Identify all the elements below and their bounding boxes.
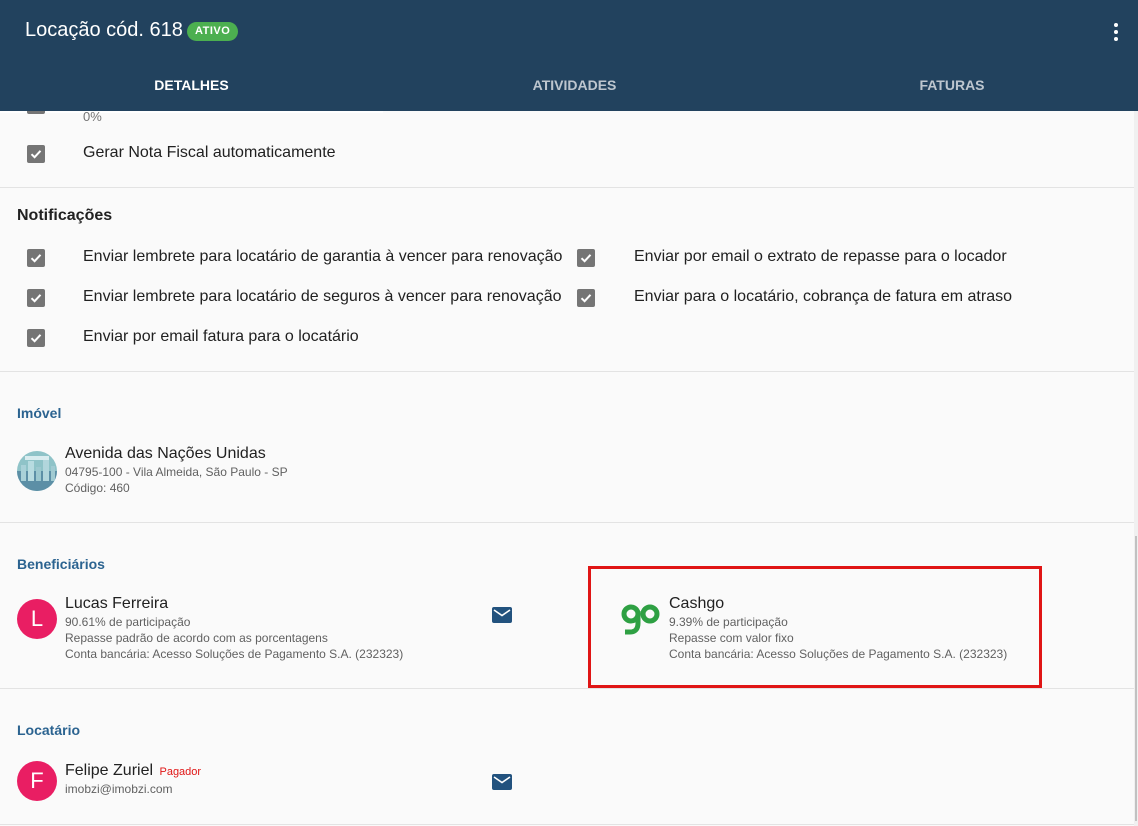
- scrollbar-thumb[interactable]: [1135, 536, 1137, 821]
- locatario-title: Locatário: [17, 722, 81, 738]
- pagador-tag: Pagador: [159, 766, 202, 778]
- tab-bar: DETALHES ATIVIDADES FATURAS: [0, 60, 1138, 113]
- divider: [0, 187, 1134, 188]
- email-fatura-label: Enviar por email fatura para o locatário: [83, 328, 359, 345]
- lembrete-garantia-label: Enviar lembrete para locatário de garant…: [83, 248, 563, 265]
- mail-icon[interactable]: [492, 607, 512, 623]
- divider: [0, 688, 1134, 689]
- check-icon: [30, 254, 42, 263]
- tab-faturas[interactable]: FATURAS: [766, 60, 1138, 111]
- fatura-atraso-label: Enviar para o locatário, cobrança de fat…: [634, 288, 1012, 305]
- checkbox-fatura-atraso[interactable]: [577, 289, 595, 307]
- checkbox-extrato-repasse[interactable]: [577, 249, 595, 267]
- more-vert-icon[interactable]: [1108, 20, 1124, 44]
- property-thumbnail[interactable]: [17, 451, 57, 491]
- tab-atividades[interactable]: ATIVIDADES: [383, 60, 766, 111]
- divider: [0, 522, 1134, 523]
- tab-detalhes[interactable]: DETALHES: [0, 60, 383, 113]
- checkbox-email-fatura[interactable]: [27, 329, 45, 347]
- checkbox-lembrete-garantia[interactable]: [27, 249, 45, 267]
- check-icon: [580, 254, 592, 263]
- extrato-repasse-label: Enviar por email o extrato de repasse pa…: [634, 248, 1007, 265]
- details-content: 0% Gerar Nota Fiscal automaticamente Not…: [0, 111, 1134, 826]
- page-title: Locação cód. 618: [25, 19, 183, 41]
- check-icon: [580, 294, 592, 303]
- beneficiary-name[interactable]: Lucas Ferreira: [65, 595, 168, 613]
- tenant-name[interactable]: Felipe Zuriel: [65, 762, 153, 779]
- tenant-email: imobzi@imobzi.com: [65, 782, 173, 796]
- checkbox-partial[interactable]: [27, 111, 45, 114]
- scrollbar[interactable]: [1134, 111, 1138, 826]
- nota-fiscal-label: Gerar Nota Fiscal automaticamente: [83, 144, 336, 161]
- avatar: L: [17, 599, 57, 639]
- property-location: 04795-100 - Vila Almeida, São Paulo - SP: [65, 465, 288, 479]
- status-badge: ATIVO: [187, 22, 239, 41]
- beneficiary-bank: Conta bancária: Acesso Soluções de Pagam…: [65, 647, 404, 661]
- check-icon: [30, 334, 42, 343]
- checkbox-lembrete-seguros[interactable]: [27, 289, 45, 307]
- check-icon: [30, 294, 42, 303]
- beneficiary-share: 90.61% de participação: [65, 615, 191, 629]
- mail-icon[interactable]: [492, 774, 512, 790]
- app-bar: Locação cód. 618 ATIVO DETALHES ATIVIDAD…: [0, 0, 1138, 113]
- imovel-title: Imóvel: [17, 405, 62, 421]
- lembrete-seguros-label: Enviar lembrete para locatário de seguro…: [83, 288, 562, 305]
- notificacoes-title: Notificações: [17, 207, 113, 224]
- partial-value: 0%: [83, 111, 102, 124]
- avatar: F: [17, 761, 57, 801]
- highlight-box: [588, 566, 1042, 688]
- divider: [0, 824, 1134, 825]
- property-address[interactable]: Avenida das Nações Unidas: [65, 445, 266, 463]
- beneficiarios-title: Beneficiários: [17, 556, 105, 572]
- checkbox-nota-fiscal[interactable]: [27, 145, 45, 163]
- divider: [0, 371, 1134, 372]
- property-code: Código: 460: [65, 481, 130, 495]
- tenant-name-row: Felipe Zuriel Pagador: [65, 762, 201, 780]
- check-icon: [30, 150, 42, 159]
- beneficiary-repasse: Repasse padrão de acordo com as porcenta…: [65, 631, 328, 645]
